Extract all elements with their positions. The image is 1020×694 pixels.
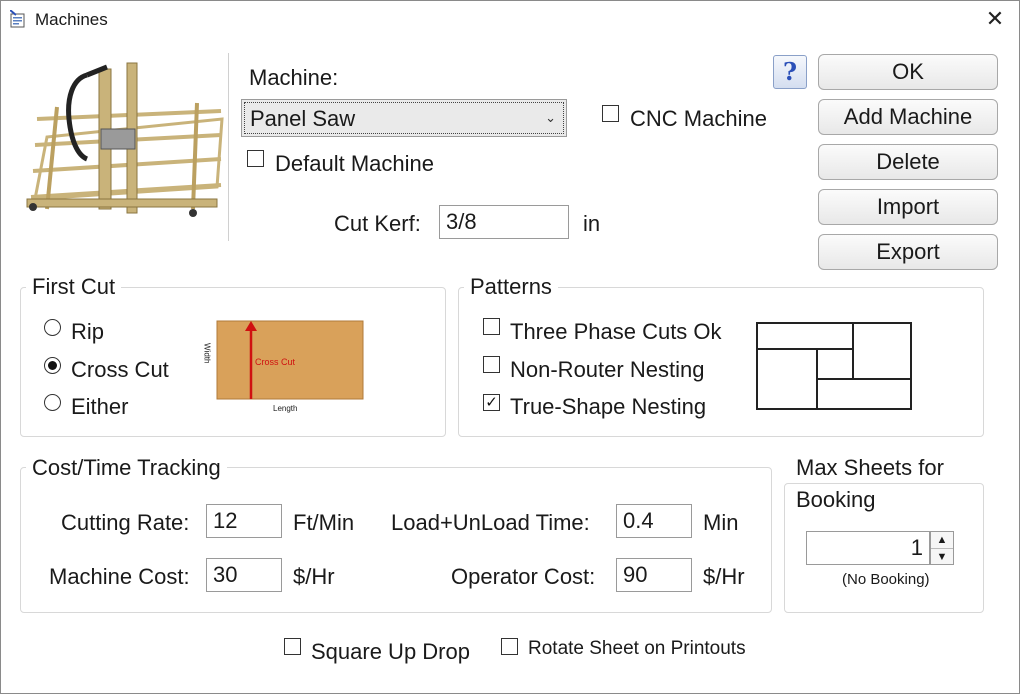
max-sheets-input[interactable]: 1 [806, 531, 930, 565]
spin-down-icon[interactable]: ▼ [931, 549, 953, 565]
cost-time-title: Cost/Time Tracking [26, 455, 227, 481]
separator [228, 53, 229, 241]
first-cut-title: First Cut [26, 274, 122, 300]
operator-cost-input[interactable]: 90 [616, 558, 692, 592]
cutting-rate-unit: Ft/Min [293, 510, 355, 535]
three-phase-checkbox[interactable] [483, 318, 500, 335]
window-app-icon [10, 10, 25, 28]
close-icon[interactable]: ✕ [981, 5, 1009, 33]
machine-cost-label: Machine Cost: [49, 564, 190, 589]
square-up-drop-checkbox[interactable] [284, 638, 301, 655]
machine-cost-unit: $/Hr [293, 564, 335, 589]
rip-radio[interactable] [44, 319, 61, 336]
machine-label: Machine: [249, 65, 339, 90]
operator-cost-label: Operator Cost: [451, 564, 596, 589]
diagram-cut-label: Cross Cut [255, 357, 296, 367]
spin-up-icon[interactable]: ▲ [931, 532, 953, 549]
machines-dialog: Machines ✕ Machine: Panel Saw ⌄ CNC Mach… [0, 0, 1020, 694]
panel-saw-image [26, 62, 224, 217]
chevron-down-icon: ⌄ [545, 110, 556, 125]
square-up-drop-label[interactable]: Square Up Drop [311, 639, 470, 665]
rotate-sheet-checkbox[interactable] [501, 638, 518, 655]
diagram-width-label: Width [203, 343, 212, 363]
window-title: Machines [35, 10, 108, 29]
load-unload-unit: Min [703, 510, 739, 535]
cnc-machine-label[interactable]: CNC Machine [630, 106, 767, 132]
cross-cut-diagram: Cross Cut Width Length [203, 320, 364, 413]
rip-label[interactable]: Rip [71, 319, 104, 345]
delete-button[interactable]: Delete [818, 144, 998, 180]
max-sheets-note: (No Booking) [842, 571, 930, 588]
default-machine-label[interactable]: Default Machine [275, 151, 434, 177]
cnc-machine-checkbox[interactable] [602, 105, 619, 122]
three-phase-label[interactable]: Three Phase Cuts Ok [510, 319, 722, 345]
ok-button[interactable]: OK [818, 54, 998, 90]
focus-rect [244, 102, 564, 134]
non-router-checkbox[interactable] [483, 356, 500, 373]
diagram-length-label: Length [273, 404, 297, 413]
max-sheets-spinner[interactable]: ▲ ▼ [930, 531, 954, 565]
true-shape-label[interactable]: True-Shape Nesting [510, 394, 706, 420]
patterns-title: Patterns [464, 274, 558, 300]
help-icon[interactable]: ? [773, 55, 807, 89]
cutting-rate-label: Cutting Rate: [61, 510, 190, 535]
cutting-rate-input[interactable]: 12 [206, 504, 282, 538]
nesting-pattern-diagram [756, 322, 912, 410]
load-unload-label: Load+UnLoad Time: [391, 510, 590, 535]
import-button[interactable]: Import [818, 189, 998, 225]
non-router-label[interactable]: Non-Router Nesting [510, 357, 704, 383]
either-radio[interactable] [44, 394, 61, 411]
max-sheets-title-line1: Max Sheets for [790, 455, 950, 481]
cut-kerf-label: Cut Kerf: [334, 211, 421, 236]
operator-cost-unit: $/Hr [703, 564, 745, 589]
cut-kerf-input[interactable]: 3/8 [439, 205, 569, 239]
add-machine-button[interactable]: Add Machine [818, 99, 998, 135]
cross-cut-label[interactable]: Cross Cut [71, 357, 169, 383]
cross-cut-radio[interactable] [44, 357, 61, 374]
export-button[interactable]: Export [818, 234, 998, 270]
true-shape-checkbox[interactable]: ✓ [483, 394, 500, 411]
rotate-sheet-label[interactable]: Rotate Sheet on Printouts [528, 638, 746, 660]
cut-kerf-unit: in [583, 211, 601, 236]
max-sheets-title-line2: Booking [790, 487, 882, 513]
machine-cost-input[interactable]: 30 [206, 558, 282, 592]
machine-select[interactable]: Panel Saw ⌄ [241, 99, 567, 137]
either-label[interactable]: Either [71, 394, 128, 420]
default-machine-checkbox[interactable] [247, 150, 264, 167]
load-unload-input[interactable]: 0.4 [616, 504, 692, 538]
